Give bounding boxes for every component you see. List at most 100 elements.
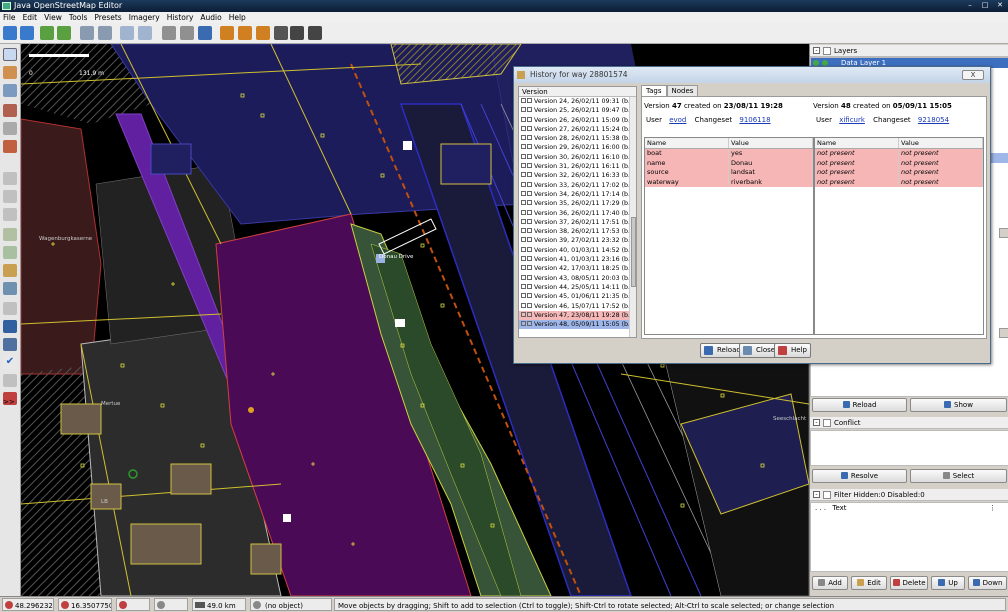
tag-row[interactable]: not present not present <box>815 149 983 159</box>
close-window-icon[interactable]: ✕ <box>994 1 1006 10</box>
version-radio-left[interactable] <box>521 311 526 317</box>
version-row[interactable]: Version 28, 26/02/11 15:38 (b... <box>519 134 636 143</box>
version-radio-left[interactable] <box>521 190 526 196</box>
menu-edit[interactable]: Edit <box>23 12 38 23</box>
version-radio-left[interactable] <box>521 163 526 169</box>
delete-filter-button[interactable]: Delete <box>890 576 928 590</box>
version-row[interactable]: Version 32, 26/02/11 16:33 (b... <box>519 171 636 180</box>
version-radio-left[interactable] <box>521 283 526 289</box>
tag-row[interactable]: boat yes <box>645 149 813 159</box>
layers-panel-header[interactable]: - Layers <box>810 45 1008 57</box>
version-radio-right[interactable] <box>527 274 532 280</box>
version-radio-left[interactable] <box>521 135 526 141</box>
split-way-icon[interactable] <box>162 26 176 40</box>
version-row[interactable]: Version 27, 26/02/11 15:24 (b... <box>519 125 636 134</box>
open-file-icon[interactable] <box>3 26 17 40</box>
version-radio-right[interactable] <box>527 163 532 169</box>
version-radio-right[interactable] <box>527 125 532 131</box>
version-row[interactable]: Version 34, 26/02/11 17:14 (b... <box>519 190 636 199</box>
validator-check-icon[interactable]: ✔ <box>3 356 17 369</box>
collapse-icon-conflict[interactable]: - <box>813 419 820 426</box>
version-radio-right[interactable] <box>527 237 532 243</box>
menu-audio[interactable]: Audio <box>200 12 221 23</box>
version-radio-right[interactable] <box>527 135 532 141</box>
more-icon[interactable]: >> <box>3 398 17 411</box>
bus-icon[interactable] <box>308 26 322 40</box>
info-icon[interactable] <box>138 26 152 40</box>
tag-row[interactable]: not present not present <box>815 168 983 178</box>
left-changeset-link[interactable]: 9106118 <box>739 116 770 124</box>
version-radio-left[interactable] <box>521 293 526 299</box>
version-radio-right[interactable] <box>527 144 532 150</box>
menu-history[interactable]: History <box>167 12 194 23</box>
delete-tool-icon[interactable] <box>3 104 17 117</box>
collapse-icon-filter[interactable]: - <box>813 491 820 498</box>
version-radio-right[interactable] <box>527 293 532 299</box>
upload-icon[interactable] <box>57 26 71 40</box>
right-changeset-link[interactable]: 9218054 <box>918 116 949 124</box>
combine-way-icon[interactable] <box>180 26 194 40</box>
version-radio-left[interactable] <box>521 181 526 187</box>
version-radio-left[interactable] <box>521 237 526 243</box>
version-radio-right[interactable] <box>527 321 532 327</box>
tab-nodes[interactable]: Nodes <box>666 85 699 96</box>
tag-row[interactable]: not present not present <box>815 177 983 187</box>
menu-presets[interactable]: Presets <box>94 12 121 23</box>
reload-button[interactable]: Reload <box>812 398 907 412</box>
version-row[interactable]: Version 33, 26/02/11 17:02 (b... <box>519 181 636 190</box>
undo-icon[interactable] <box>80 26 94 40</box>
toggle-panel-icon-8[interactable] <box>3 302 17 315</box>
version-row[interactable]: Version 40, 01/03/11 14:52 (b... <box>519 246 636 255</box>
version-radio-left[interactable] <box>521 218 526 224</box>
version-radio-right[interactable] <box>527 190 532 196</box>
conflict-panel-header[interactable]: - Conflict <box>810 417 1008 429</box>
toggle-panel-icon-7[interactable] <box>3 282 17 295</box>
toggle-panel-icon-1[interactable] <box>3 172 17 185</box>
filter-row[interactable]: . . . Text ⋮ <box>811 503 1008 513</box>
version-row[interactable]: Version 30, 26/02/11 16:10 (b... <box>519 153 636 162</box>
version-radio-right[interactable] <box>527 153 532 159</box>
toggle-panel-icon-2[interactable] <box>3 190 17 203</box>
version-row[interactable]: Version 39, 27/02/11 23:32 (b... <box>519 236 636 245</box>
version-radio-left[interactable] <box>521 125 526 131</box>
version-radio-right[interactable] <box>527 311 532 317</box>
version-radio-left[interactable] <box>521 153 526 159</box>
version-row[interactable]: Version 42, 17/03/11 18:25 (b... <box>519 264 636 273</box>
version-row[interactable]: Version 35, 26/02/11 17:29 (b... <box>519 199 636 208</box>
version-radio-left[interactable] <box>521 228 526 234</box>
version-radio-left[interactable] <box>521 246 526 252</box>
version-radio-right[interactable] <box>527 246 532 252</box>
version-row[interactable]: Version 38, 26/02/11 17:53 (b... <box>519 227 636 236</box>
toggle-panel-icon-10[interactable] <box>3 338 17 351</box>
version-row[interactable]: Version 26, 26/02/11 15:09 (b... <box>519 116 636 125</box>
save-icon[interactable] <box>20 26 34 40</box>
car-icon[interactable] <box>290 26 304 40</box>
version-radio-left[interactable] <box>521 302 526 308</box>
version-radio-right[interactable] <box>527 218 532 224</box>
preferences-icon[interactable] <box>120 26 134 40</box>
left-user-link[interactable]: evod <box>669 116 686 124</box>
dialog-help-button[interactable]: Help <box>774 343 811 358</box>
version-row[interactable]: Version 46, 15/07/11 17:52 (b... <box>519 302 636 311</box>
version-radio-left[interactable] <box>521 200 526 206</box>
version-radio-left[interactable] <box>521 321 526 327</box>
toggle-panel-icon-11[interactable] <box>3 374 17 387</box>
version-radio-left[interactable] <box>521 144 526 150</box>
version-radio-left[interactable] <box>521 98 526 103</box>
version-row[interactable]: Version 41, 01/03/11 23:16 (b... <box>519 255 636 264</box>
version-radio-right[interactable] <box>527 200 532 206</box>
tag-row[interactable]: name Donau <box>645 158 813 168</box>
toggle-panel-icon-4[interactable] <box>3 228 17 241</box>
version-row[interactable]: Version 36, 26/02/11 17:40 (b... <box>519 209 636 218</box>
scroll-thumb[interactable] <box>631 217 636 287</box>
toggle-panel-icon-9[interactable] <box>3 320 17 333</box>
up-filter-button[interactable]: Up <box>931 576 965 590</box>
dialog-close-icon[interactable]: X <box>962 70 984 80</box>
improve-way-icon[interactable] <box>3 140 17 153</box>
tab-tags[interactable]: Tags <box>641 85 667 96</box>
menu-file[interactable]: File <box>3 12 16 23</box>
tool-icon-1[interactable] <box>220 26 234 40</box>
tool-icon-3[interactable] <box>256 26 270 40</box>
version-radio-left[interactable] <box>521 265 526 271</box>
version-radio-left[interactable] <box>521 172 526 178</box>
